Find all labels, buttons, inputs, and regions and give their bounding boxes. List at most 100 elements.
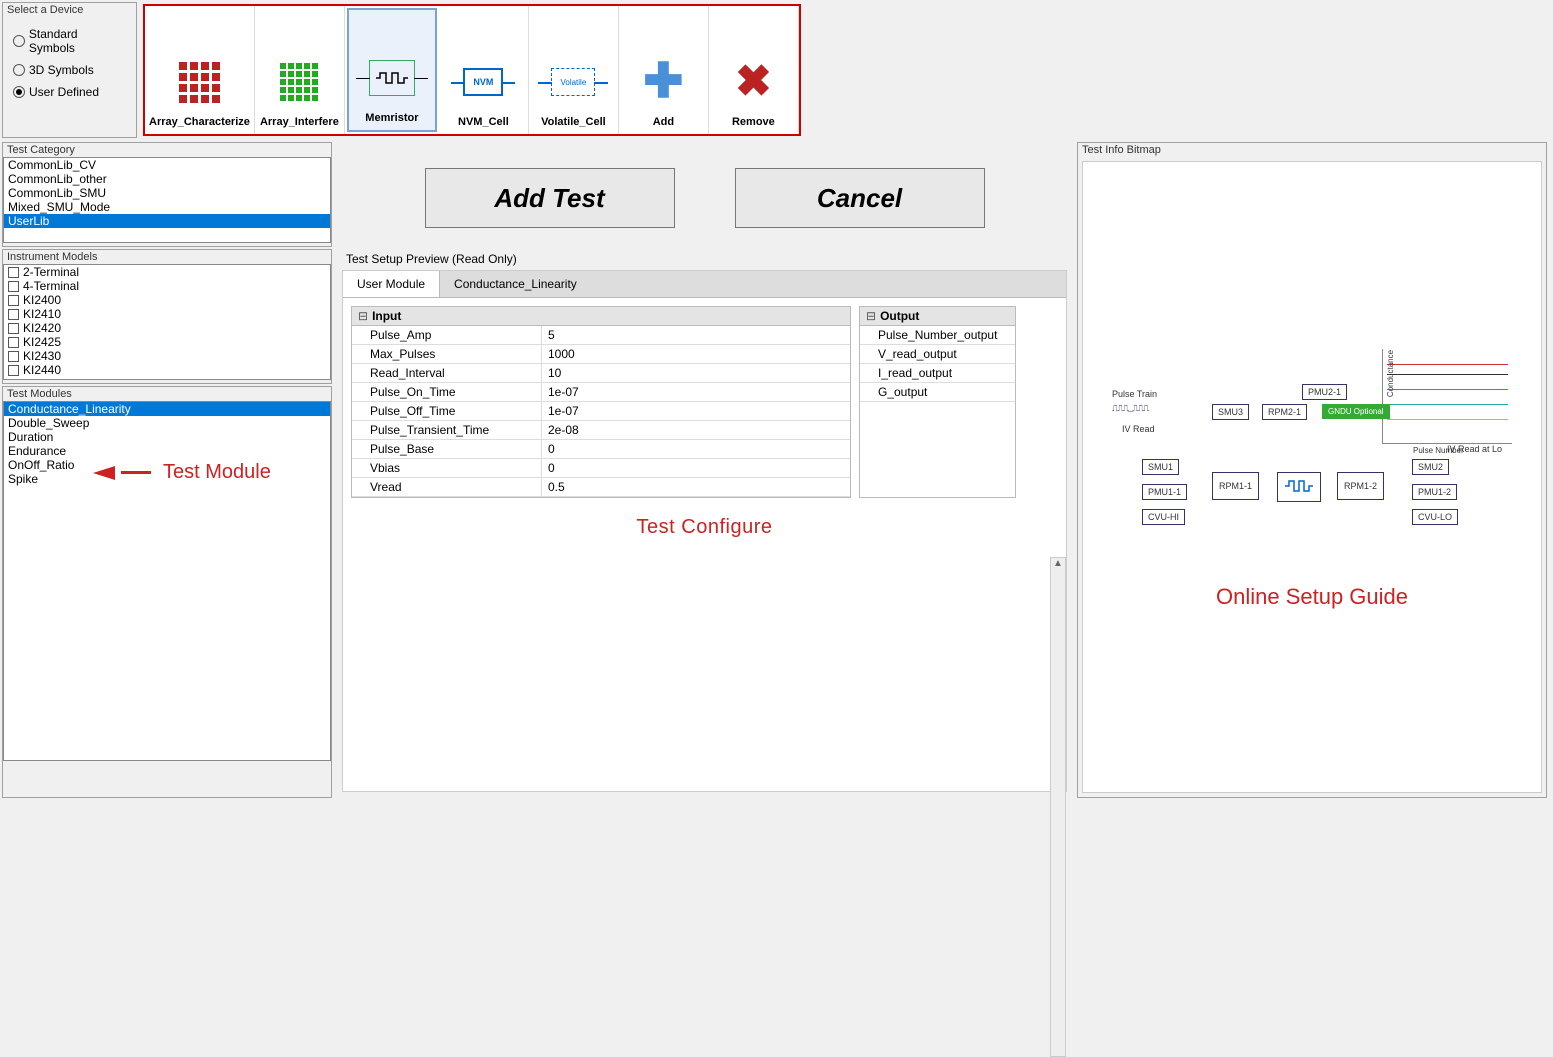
test-modules-list[interactable]: Conductance_Linearity Double_Sweep Durat… bbox=[3, 401, 331, 761]
tool-label: Remove bbox=[732, 116, 775, 128]
memristor-icon bbox=[362, 48, 422, 108]
tool-volatile-cell[interactable]: Volatile Volatile_Cell bbox=[529, 6, 619, 134]
prop-val: 10 bbox=[542, 364, 792, 382]
annotation-test-configure: Test Configure bbox=[343, 516, 1066, 539]
checkbox-item[interactable]: KI2420 bbox=[4, 321, 330, 335]
table-row: Pulse_Base0 bbox=[352, 440, 850, 459]
prop-key: Pulse_On_Time bbox=[352, 383, 542, 401]
chk-label: KI2410 bbox=[23, 307, 61, 321]
diagram-block: PMU1-2 bbox=[1412, 484, 1457, 500]
cancel-button[interactable]: Cancel bbox=[735, 168, 985, 228]
diagram-block: PMU1-1 bbox=[1142, 484, 1187, 500]
list-item[interactable]: Conductance_Linearity bbox=[4, 402, 330, 416]
radio-icon bbox=[13, 35, 25, 47]
volatile-cell-icon: Volatile bbox=[543, 52, 603, 112]
radio-3d-symbols[interactable]: 3D Symbols bbox=[13, 59, 126, 81]
table-row: Pulse_Amp5 bbox=[352, 326, 850, 345]
chk-label: KI2440 bbox=[23, 363, 61, 377]
chk-label: KI2425 bbox=[23, 335, 61, 349]
diagram-dut-icon bbox=[1277, 472, 1321, 502]
prop-key: Pulse_Base bbox=[352, 440, 542, 458]
list-item[interactable]: Double_Sweep bbox=[4, 416, 330, 430]
checkbox-icon bbox=[8, 281, 19, 292]
device-select-panel: Select a Device Standard Symbols 3D Symb… bbox=[2, 2, 137, 138]
preview-label: Test Setup Preview (Read Only) bbox=[342, 252, 1067, 266]
test-info-bitmap-title: Test Info Bitmap bbox=[1078, 143, 1546, 157]
checkbox-icon bbox=[8, 351, 19, 362]
tool-label: Array_Interfere bbox=[260, 116, 339, 128]
test-category-panel: Test Category CommonLib_CV CommonLib_oth… bbox=[2, 142, 332, 247]
add-test-button[interactable]: Add Test bbox=[425, 168, 675, 228]
tab-conductance-linearity[interactable]: Conductance_Linearity bbox=[440, 271, 591, 297]
output-table: ⊟Output Pulse_Number_outputV_read_output… bbox=[859, 306, 1016, 498]
tool-memristor[interactable]: Memristor bbox=[347, 8, 437, 132]
input-header: Input bbox=[372, 309, 401, 323]
checkbox-item[interactable]: KI2440 bbox=[4, 363, 330, 377]
checkbox-item[interactable]: KI2425 bbox=[4, 335, 330, 349]
tool-array-interfere[interactable]: Array_Interfere bbox=[255, 6, 345, 134]
instrument-models-title: Instrument Models bbox=[3, 250, 331, 264]
table-row: Pulse_Off_Time1e-07 bbox=[352, 402, 850, 421]
diagram-block: CVU-LO bbox=[1412, 509, 1458, 525]
radio-user-defined[interactable]: User Defined bbox=[13, 81, 126, 103]
array-interfere-icon bbox=[269, 52, 329, 112]
collapse-icon[interactable]: ⊟ bbox=[358, 309, 368, 323]
radio-standard-symbols[interactable]: Standard Symbols bbox=[13, 23, 126, 59]
pulse-wave-icon: ⎍⎍⎍_⎍⎍⎍ bbox=[1112, 404, 1148, 414]
scrollbar[interactable] bbox=[1050, 557, 1066, 1057]
checkbox-icon bbox=[8, 323, 19, 334]
instrument-models-list[interactable]: 2-Terminal 4-Terminal KI2400 KI2410 KI24… bbox=[3, 264, 331, 380]
diagram-block: PMU2-1 bbox=[1302, 384, 1347, 400]
prop-key: Pulse_Off_Time bbox=[352, 402, 542, 420]
table-row: V_read_output bbox=[860, 345, 1015, 364]
tool-add[interactable]: ✚ Add bbox=[619, 6, 709, 134]
test-modules-title: Test Modules bbox=[3, 387, 331, 401]
diagram-block: RPM2-1 bbox=[1262, 404, 1307, 420]
prop-key: Pulse_Transient_Time bbox=[352, 421, 542, 439]
nvm-cell-icon: NVM bbox=[453, 52, 513, 112]
list-item[interactable]: CommonLib_SMU bbox=[4, 186, 330, 200]
tool-remove[interactable]: ✖ Remove bbox=[709, 6, 799, 134]
list-item[interactable]: Duration bbox=[4, 430, 330, 444]
list-item[interactable]: Endurance bbox=[4, 444, 330, 458]
tool-array-characterize[interactable]: Array_Characterize bbox=[145, 6, 255, 134]
output-header: Output bbox=[880, 309, 919, 323]
list-item[interactable]: UserLib bbox=[4, 214, 330, 228]
setup-diagram: Pulse Number Conductance Pulse Train ⎍⎍⎍… bbox=[1112, 344, 1512, 554]
checkbox-item[interactable]: KI2430 bbox=[4, 349, 330, 363]
device-radio-group: Standard Symbols 3D Symbols User Defined bbox=[3, 17, 136, 109]
table-row: Pulse_On_Time1e-07 bbox=[352, 383, 850, 402]
instrument-models-panel: Instrument Models 2-Terminal 4-Terminal … bbox=[2, 249, 332, 384]
checkbox-item[interactable]: 4-Terminal bbox=[4, 279, 330, 293]
list-item[interactable]: CommonLib_CV bbox=[4, 158, 330, 172]
prop-key: Read_Interval bbox=[352, 364, 542, 382]
device-toolbar: Array_Characterize Array_Interfere Memri… bbox=[143, 4, 801, 136]
radio-icon bbox=[13, 64, 25, 76]
checkbox-item[interactable]: KI2410 bbox=[4, 307, 330, 321]
diagram-block: RPM1-1 bbox=[1212, 472, 1259, 500]
list-item[interactable]: CommonLib_other bbox=[4, 172, 330, 186]
tool-label: Volatile_Cell bbox=[541, 116, 606, 128]
table-row: Read_Interval10 bbox=[352, 364, 850, 383]
prop-val: 2e-08 bbox=[542, 421, 792, 439]
tool-nvm-cell[interactable]: NVM NVM_Cell bbox=[439, 6, 529, 134]
x-icon: ✖ bbox=[723, 52, 783, 112]
chk-label: KI2430 bbox=[23, 349, 61, 363]
plus-icon: ✚ bbox=[633, 52, 693, 112]
diagram-block-gndu: GNDU Optional bbox=[1322, 404, 1390, 419]
iv-read-lo-label: IV Read at Lo bbox=[1447, 444, 1502, 454]
prop-val: 0.5 bbox=[542, 478, 792, 496]
test-info-bitmap-panel: Test Info Bitmap Pulse Number Conductanc… bbox=[1077, 142, 1547, 798]
diagram-block: SMU2 bbox=[1412, 459, 1449, 475]
collapse-icon[interactable]: ⊟ bbox=[866, 309, 876, 323]
tab-user-module[interactable]: User Module bbox=[343, 271, 440, 297]
checkbox-item[interactable]: KI2400 bbox=[4, 293, 330, 307]
checkbox-icon bbox=[8, 337, 19, 348]
chk-label: KI2420 bbox=[23, 321, 61, 335]
test-category-list[interactable]: CommonLib_CV CommonLib_other CommonLib_S… bbox=[3, 157, 331, 243]
chk-label: KI2400 bbox=[23, 293, 61, 307]
table-row: Vread0.5 bbox=[352, 478, 850, 497]
list-item[interactable]: Mixed_SMU_Mode bbox=[4, 200, 330, 214]
prop-val: 0 bbox=[542, 440, 792, 458]
checkbox-item[interactable]: 2-Terminal bbox=[4, 265, 330, 279]
